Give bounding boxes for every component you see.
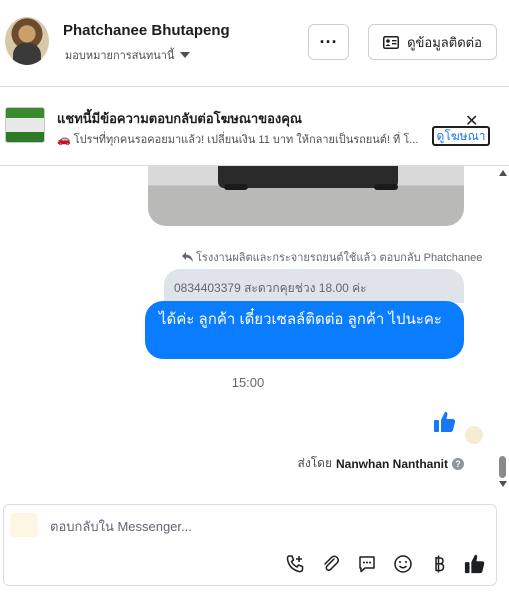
- close-icon[interactable]: ✕: [465, 114, 478, 130]
- page-avatar: [10, 513, 38, 537]
- thread-scrollbar[interactable]: [497, 166, 509, 496]
- thumbs-up-icon: [434, 411, 456, 432]
- sender-name: Nanwhan Nanthanit: [335, 456, 448, 471]
- contact-card-icon: [383, 35, 400, 49]
- saved-reply-icon[interactable]: [356, 553, 378, 575]
- scroll-up-icon[interactable]: [499, 170, 507, 176]
- message-thread[interactable]: โรงงานผลิตและกระจายรถยนต์ใช้แล้ว ตอบกลับ…: [0, 166, 496, 496]
- composer-toolbar: [284, 553, 486, 575]
- image-message[interactable]: [148, 166, 464, 226]
- reply-meta-text: โรงงานผลิตและกระจายรถยนต์ใช้แล้ว ตอบกลับ…: [196, 252, 483, 264]
- car-wheel: [374, 184, 398, 190]
- contact-name[interactable]: Phatchanee Bhutapeng: [63, 22, 230, 39]
- ad-banner-text: 🚗 โปรฯที่ทุกคนรอคอยมาแล้ว! เปลี่ยนเงิน 1…: [57, 134, 419, 146]
- assign-conversation-dropdown[interactable]: มอบหมายการสนทนานี้: [65, 46, 191, 64]
- seen-avatar: [465, 426, 483, 444]
- assign-label: มอบหมายการสนทนานี้: [65, 50, 175, 62]
- view-contact-info-label: ดูข้อมูลติดต่อ: [407, 34, 482, 50]
- help-icon[interactable]: ?: [452, 457, 464, 470]
- conversation-header: Phatchanee Bhutapeng มอบหมายการสนทนานี้ …: [0, 0, 509, 86]
- paperclip-icon[interactable]: [320, 553, 342, 575]
- scroll-thumb[interactable]: [499, 456, 506, 478]
- sent-by-line: ส่งโดย Nanwhan Nanthanit ?: [298, 454, 464, 473]
- view-ad-link[interactable]: ดูโฆษณา: [432, 126, 490, 146]
- phone-plus-icon[interactable]: [284, 553, 306, 575]
- ad-reply-banner: แชทนี้มีข้อความตอบกลับต่อโฆษณาของคุณ 🚗 โ…: [0, 96, 509, 156]
- more-options-button[interactable]: ···: [308, 24, 349, 60]
- outgoing-message-bubble[interactable]: ได้ค่ะ ลูกค้า เดี๋ยวเซลล์ติดต่อ ลูกค้า ไ…: [145, 301, 464, 359]
- sent-by-prefix: ส่งโดย: [297, 456, 332, 470]
- ad-thumbnail[interactable]: [5, 107, 45, 143]
- reply-input[interactable]: [50, 519, 450, 534]
- scroll-down-icon[interactable]: [499, 481, 507, 487]
- reply-composer: [3, 504, 497, 586]
- header-divider: [0, 86, 509, 87]
- quoted-message[interactable]: 0834403379 สะดวกคุยช่วง 18.00 ค่ะ: [164, 269, 464, 303]
- view-contact-info-button[interactable]: ดูข้อมูลติดต่อ: [368, 24, 497, 60]
- caret-down-icon: [180, 52, 191, 58]
- timestamp: 15:00: [231, 375, 265, 390]
- car-wheel: [224, 184, 248, 190]
- reply-meta: โรงงานผลิตและกระจายรถยนต์ใช้แล้ว ตอบกลับ…: [182, 248, 482, 266]
- thumbs-up-icon[interactable]: [464, 553, 486, 575]
- contact-avatar[interactable]: [5, 17, 49, 65]
- thumbs-up-message[interactable]: [433, 410, 457, 439]
- emoji-icon[interactable]: [392, 553, 414, 575]
- baht-icon[interactable]: [428, 553, 450, 575]
- reply-arrow-icon: [182, 252, 193, 262]
- ad-banner-title: แชทนี้มีข้อความตอบกลับต่อโฆษณาของคุณ: [57, 111, 302, 126]
